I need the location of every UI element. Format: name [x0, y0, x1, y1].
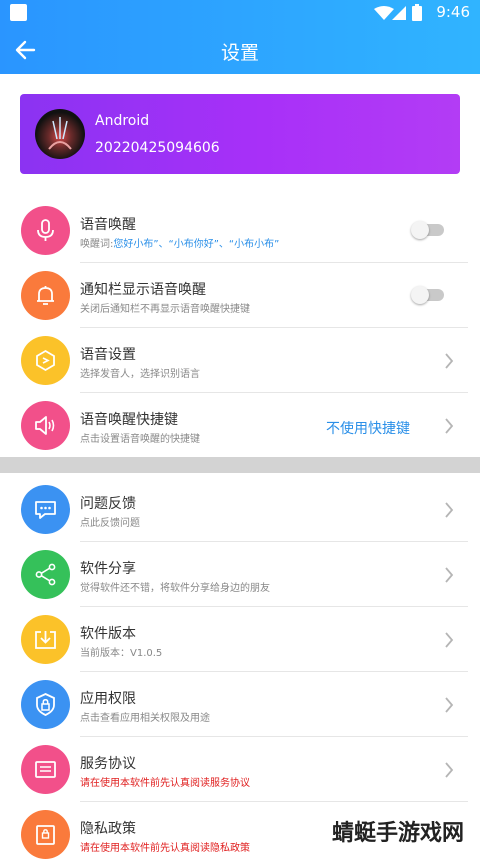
voice-wakeup-toggle[interactable] — [411, 221, 444, 239]
wakeup-words: 您好小布”、“小布你好”、“小布小布” — [113, 239, 280, 250]
speaker-icon — [21, 401, 70, 450]
share-label: 软件分享 — [80, 561, 136, 577]
status-time: 9:46 — [436, 3, 470, 21]
notification-voice-desc: 关闭后通知栏不再显示语音唤醒快捷键 — [80, 304, 250, 315]
watermark-text: 蜻蜓手游戏网 — [331, 821, 464, 846]
service-agreement-desc: 请在使用本软件前先认真阅读服务协议 — [80, 778, 250, 789]
voice-wakeup-row[interactable]: 语音唤醒 唤醒词:您好小布”、“小布你好”、“小布小布” — [0, 198, 480, 263]
permissions-row[interactable]: 应用权限 点击查看应用相关权限及用途 — [0, 672, 480, 737]
feedback-desc: 点此反馈问题 — [80, 518, 140, 529]
permissions-desc: 点击查看应用相关权限及用途 — [80, 713, 210, 724]
feedback-label: 问题反馈 — [80, 496, 136, 512]
notification-voice-label: 通知栏显示语音唤醒 — [80, 282, 206, 298]
battery-icon — [412, 4, 422, 21]
notification-voice-toggle[interactable] — [411, 286, 444, 304]
app-header: 9:46 设置 — [0, 0, 480, 74]
feedback-icon — [21, 485, 70, 534]
chevron-right-icon — [445, 418, 454, 434]
service-agreement-label: 服务协议 — [80, 756, 136, 772]
chevron-right-icon — [445, 502, 454, 518]
voice-settings-icon — [21, 336, 70, 385]
version-row[interactable]: 软件版本 当前版本：V1.0.5 — [0, 607, 480, 672]
privacy-policy-label: 隐私政策 — [80, 821, 136, 837]
voice-shortcut-row[interactable]: 语音唤醒快捷键 点击设置语音唤醒的快捷键 不使用快捷键 — [0, 393, 480, 458]
service-agreement-row[interactable]: 服务协议 请在使用本软件前先认真阅读服务协议 — [0, 737, 480, 802]
lock-shield-icon — [21, 680, 70, 729]
microphone-icon — [21, 206, 70, 255]
voice-shortcut-label: 语音唤醒快捷键 — [80, 412, 178, 428]
voice-settings-desc: 选择发音人，选择识别语言 — [80, 369, 200, 380]
version-label: 软件版本 — [80, 626, 136, 642]
avatar-image-icon — [48, 117, 72, 150]
status-bar: 9:46 — [0, 0, 480, 26]
voice-wakeup-desc: 唤醒词:您好小布”、“小布你好”、“小布小布” — [80, 239, 280, 250]
profile-card[interactable]: Android 20220425094606 — [20, 94, 460, 174]
notification-icon — [10, 4, 27, 21]
voice-wakeup-label: 语音唤醒 — [80, 217, 136, 233]
feedback-row[interactable]: 问题反馈 点此反馈问题 — [0, 477, 480, 542]
share-icon — [21, 550, 70, 599]
share-desc: 觉得软件还不错，将软件分享给身边的朋友 — [80, 583, 270, 594]
document-icon — [21, 745, 70, 794]
profile-name: Android — [95, 113, 150, 129]
permissions-label: 应用权限 — [80, 691, 136, 707]
download-icon — [21, 615, 70, 664]
chevron-right-icon — [445, 632, 454, 648]
chevron-right-icon — [445, 353, 454, 369]
page-title: 设置 — [220, 42, 259, 64]
signal-icon — [392, 6, 406, 20]
profile-id: 20220425094606 — [95, 140, 220, 156]
wifi-icon — [374, 6, 394, 20]
bell-icon — [21, 271, 70, 320]
voice-settings-label: 语音设置 — [80, 347, 136, 363]
version-desc: 当前版本：V1.0.5 — [80, 648, 163, 659]
shortcut-value[interactable]: 不使用快捷键 — [326, 418, 410, 438]
notification-voice-row[interactable]: 通知栏显示语音唤醒 关闭后通知栏不再显示语音唤醒快捷键 — [0, 263, 480, 328]
share-row[interactable]: 软件分享 觉得软件还不错，将软件分享给身边的朋友 — [0, 542, 480, 607]
voice-settings-row[interactable]: 语音设置 选择发音人，选择识别语言 — [0, 328, 480, 393]
chevron-right-icon — [445, 762, 454, 778]
section-gap — [0, 457, 480, 473]
chevron-right-icon — [445, 697, 454, 713]
avatar[interactable] — [35, 109, 85, 159]
voice-shortcut-desc: 点击设置语音唤醒的快捷键 — [80, 434, 200, 445]
privacy-icon — [21, 810, 70, 859]
privacy-policy-desc: 请在使用本软件前先认真阅读隐私政策 — [80, 843, 250, 854]
chevron-right-icon — [445, 567, 454, 583]
